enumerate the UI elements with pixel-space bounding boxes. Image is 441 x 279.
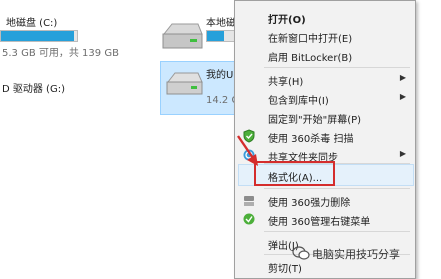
menu-item-360-menu-manager[interactable]: 使用 360管理右键菜单	[234, 210, 414, 229]
menu-item-label: 共享(H)	[268, 77, 304, 88]
menu-item-label: 使用 360强力删除	[268, 198, 351, 209]
watermark-text: 电脑实用技巧分享	[312, 248, 400, 261]
wechat-watermark-icon	[292, 246, 310, 260]
menu-item-include-library[interactable]: 包含到库中(I) ▶	[234, 89, 414, 108]
shredder-icon	[244, 196, 254, 206]
menu-item-pin-start[interactable]: 固定到"开始"屏幕(P)	[234, 108, 414, 127]
annotation-arrow-icon	[237, 135, 258, 166]
menu-item-label: 使用 360管理右键菜单	[268, 217, 371, 228]
menu-item-label: 包含到库中(I)	[268, 96, 329, 107]
annotation-highlight-box	[254, 161, 335, 186]
menu-item-open-new-window[interactable]: 在新窗口中打开(E)	[234, 27, 414, 46]
menu-item-label: 在新窗口中打开(E)	[268, 34, 353, 45]
360-menu-icon	[243, 213, 255, 225]
drive-d-usage-fill	[207, 31, 224, 41]
menu-separator	[264, 231, 410, 232]
menu-item-label: 固定到"开始"屏幕(P)	[268, 115, 362, 126]
menu-item-bitlocker[interactable]: 启用 BitLocker(B)	[234, 46, 414, 65]
menu-separator	[264, 188, 410, 189]
drive-c-info: 5.3 GB 可用，共 139 GB	[2, 48, 119, 59]
menu-separator	[264, 67, 410, 68]
menu-item-label: 打开(O)	[268, 15, 306, 26]
menu-item-label: 使用 360杀毒 扫描	[268, 134, 354, 145]
drive-g-label[interactable]: D 驱动器 (G:)	[2, 80, 65, 95]
submenu-arrow-icon: ▶	[399, 73, 406, 82]
submenu-arrow-icon: ▶	[399, 92, 406, 101]
menu-item-360-shred[interactable]: 使用 360强力删除	[234, 191, 414, 210]
drive-c-label[interactable]: 地磁盘 (C:)	[6, 14, 57, 29]
hard-drive-icon	[162, 23, 203, 49]
menu-item-share[interactable]: 共享(H) ▶	[234, 70, 414, 89]
menu-item-label: 剪切(T)	[268, 264, 302, 275]
drive-c-usage-bar	[0, 30, 78, 42]
drive-c-usage-fill	[1, 31, 74, 41]
drive-d-label[interactable]: 本地磁	[206, 14, 236, 29]
menu-item-label: 启用 BitLocker(B)	[268, 53, 353, 64]
submenu-arrow-icon: ▶	[399, 149, 406, 158]
menu-item-open[interactable]: 打开(O)	[234, 8, 414, 27]
usb-drive-icon	[166, 72, 203, 95]
usb-drive-label: 我的U	[206, 70, 234, 81]
